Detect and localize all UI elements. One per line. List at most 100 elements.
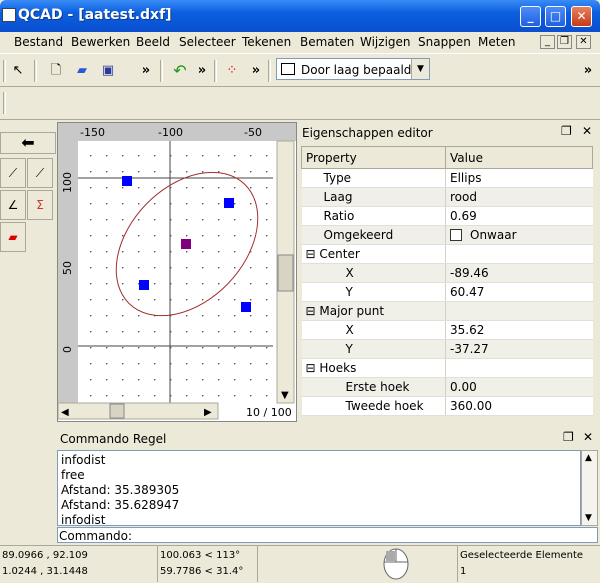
property-row[interactable]: ⊟ Major punt — [301, 301, 593, 321]
property-label: Type — [323, 171, 352, 185]
collapse-icon[interactable]: ⊟ — [306, 304, 320, 318]
property-value-cell[interactable]: Onwaar — [445, 225, 593, 245]
property-value-cell[interactable]: Ellips — [445, 168, 593, 188]
scroll-down-icon[interactable]: ▼ — [281, 390, 289, 401]
property-label-cell: Y — [301, 339, 446, 359]
menu-wijzigen[interactable]: Wijzigen — [360, 35, 411, 49]
measure-angle-icon[interactable]: ∠ — [0, 190, 26, 220]
property-label: Hoeks — [319, 361, 357, 375]
property-value-cell[interactable]: -89.46 — [445, 263, 593, 283]
area-icon[interactable]: ▰ — [0, 222, 26, 252]
ruler-y-tick: 100 — [61, 172, 74, 193]
property-row[interactable]: Y -37.27 — [301, 339, 593, 359]
cad-tool-panel: ⬅ ⟋ ⟋ ∠ Σ ▰ — [0, 122, 56, 432]
open-folder-icon[interactable]: ▰ — [72, 62, 92, 80]
center-grip-handle[interactable] — [181, 239, 191, 249]
dimension-angle-icon[interactable]: ⟋ — [27, 158, 53, 188]
property-value: 60.47 — [450, 285, 485, 299]
scroll-right-icon[interactable]: ▶ — [204, 407, 212, 418]
property-table: Property Value Type Ellips Laag rood Ratio 0.… — [301, 146, 593, 416]
undo-icon[interactable]: ↶ — [170, 62, 190, 80]
property-value-cell[interactable]: -37.27 — [445, 339, 593, 359]
save-icon[interactable]: ▣ — [98, 62, 118, 80]
property-row[interactable]: Y 60.47 — [301, 282, 593, 302]
mdi-restore-button[interactable]: ❐ — [557, 35, 572, 49]
property-label-cell: Y — [301, 282, 446, 302]
column-header-property[interactable]: Property — [301, 146, 446, 169]
mdi-close-button[interactable]: ✕ — [576, 35, 591, 49]
property-label: Tweede hoek — [345, 399, 424, 413]
scroll-up-icon[interactable]: ▲ — [585, 453, 592, 463]
menu-selecteer[interactable]: Selecteer — [179, 35, 236, 49]
more-tools-button-3[interactable]: » — [246, 62, 266, 80]
menu-snappen[interactable]: Snappen — [418, 35, 471, 49]
float-panel-icon[interactable]: ❐ — [563, 430, 574, 444]
property-value-cell[interactable]: rood — [445, 187, 593, 207]
sum-icon[interactable]: Σ — [27, 190, 53, 220]
property-value-cell[interactable]: 60.47 — [445, 282, 593, 302]
chevron-down-icon[interactable]: ▼ — [411, 59, 429, 79]
minimize-button[interactable]: _ — [520, 6, 541, 27]
layer-attribute-combo[interactable]: Door laag bepaald ▼ — [276, 58, 430, 80]
property-label-cell: Ratio — [301, 206, 446, 226]
property-label: Erste hoek — [345, 380, 410, 394]
select-pointer-icon[interactable]: ↖ — [8, 62, 28, 80]
scroll-down-icon[interactable]: ▼ — [585, 513, 592, 523]
property-row[interactable]: Omgekeerd Onwaar — [301, 225, 593, 245]
scroll-left-icon[interactable]: ◀ — [61, 407, 69, 418]
property-row[interactable]: Erste hoek 0.00 — [301, 377, 593, 397]
property-value-cell — [445, 244, 593, 264]
grip-handle[interactable] — [139, 280, 149, 290]
more-tools-button[interactable]: » — [136, 62, 156, 80]
grip-handle[interactable] — [122, 176, 132, 186]
checkbox-icon[interactable] — [450, 229, 462, 241]
absolute-coordinate-1: 89.0966 , 92.109 — [2, 550, 88, 561]
property-row[interactable]: Laag rood — [301, 187, 593, 207]
drawing-canvas[interactable]: -150 -100 -50 100 50 0 ▼ ◀ ▶ 10 / 100 — [57, 122, 297, 422]
menu-bematen[interactable]: Bematen — [300, 35, 354, 49]
dimension-line-icon[interactable]: ⟋ — [0, 158, 26, 188]
menu-meten[interactable]: Meten — [478, 35, 515, 49]
relative-coordinate-1: 100.063 < 113° — [160, 550, 241, 561]
command-input-field[interactable]: Commando: — [57, 527, 598, 543]
property-value-cell[interactable]: 360.00 — [445, 396, 593, 416]
collapse-icon[interactable]: ⊟ — [306, 247, 320, 261]
property-row[interactable]: X -89.46 — [301, 263, 593, 283]
close-panel-icon[interactable]: ✕ — [583, 430, 593, 444]
property-value-cell[interactable]: 0.69 — [445, 206, 593, 226]
vertical-scroll-thumb[interactable] — [277, 254, 294, 292]
property-value-cell[interactable]: 35.62 — [445, 320, 593, 340]
menu-bestand[interactable]: Bestand — [14, 35, 63, 49]
toolbar-overflow-button[interactable]: » — [578, 62, 598, 80]
command-history-scrollbar[interactable]: ▲ ▼ — [581, 450, 598, 526]
horizontal-scrollbar[interactable] — [58, 402, 219, 420]
ruler-x-tick: -150 — [80, 126, 105, 139]
menu-tekenen[interactable]: Tekenen — [242, 35, 291, 49]
property-value: Onwaar — [470, 228, 517, 242]
horizontal-scroll-thumb[interactable] — [109, 403, 125, 419]
property-row[interactable]: Type Ellips — [301, 168, 593, 188]
column-header-value[interactable]: Value — [445, 146, 593, 169]
property-row[interactable]: ⊟ Center — [301, 244, 593, 264]
grid-icon[interactable]: ⁘ — [222, 62, 242, 80]
collapse-icon[interactable]: ⊟ — [306, 361, 320, 375]
property-row[interactable]: ⊟ Hoeks — [301, 358, 593, 378]
grip-handle[interactable] — [224, 198, 234, 208]
more-tools-button-2[interactable]: » — [192, 62, 212, 80]
command-history-line: Afstand: 35.628947 — [61, 498, 180, 512]
command-history[interactable]: infodist free Afstand: 35.389305 Afstand: 3… — [57, 450, 581, 526]
float-panel-icon[interactable]: ❐ — [561, 124, 572, 138]
close-panel-icon[interactable]: ✕ — [582, 124, 592, 138]
property-row[interactable]: Tweede hoek 360.00 — [301, 396, 593, 416]
property-row[interactable]: X 35.62 — [301, 320, 593, 340]
property-value-cell[interactable]: 0.00 — [445, 377, 593, 397]
menu-beeld[interactable]: Beeld — [136, 35, 170, 49]
new-file-icon[interactable]: 🗋 — [46, 62, 66, 80]
grip-handle[interactable] — [241, 302, 251, 312]
property-row[interactable]: Ratio 0.69 — [301, 206, 593, 226]
close-button[interactable]: ✕ — [571, 6, 592, 27]
back-arrow-icon[interactable]: ⬅ — [0, 132, 56, 154]
menu-bewerken[interactable]: Bewerken — [71, 35, 130, 49]
maximize-button[interactable]: □ — [545, 6, 566, 27]
mdi-minimize-button[interactable]: _ — [540, 35, 555, 49]
